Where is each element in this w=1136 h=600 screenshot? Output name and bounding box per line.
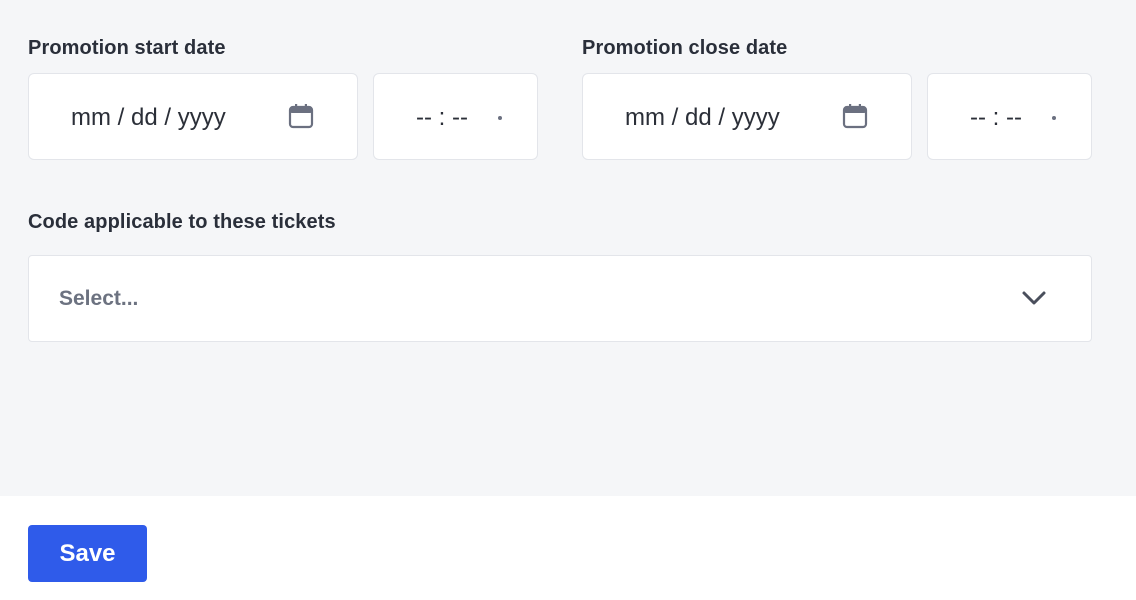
save-button[interactable]: Save: [28, 525, 147, 582]
tickets-select[interactable]: Select...: [28, 255, 1092, 342]
time-spinner-icon: [1052, 116, 1056, 120]
tickets-label: Code applicable to these tickets: [28, 211, 336, 233]
start-date-input[interactable]: mm / dd / yyyy: [28, 73, 358, 160]
start-time-input[interactable]: -- : --: [373, 73, 538, 160]
close-date-placeholder: mm / dd / yyyy: [625, 104, 780, 131]
calendar-icon[interactable]: [288, 103, 314, 129]
start-date-label: Promotion start date: [28, 37, 226, 59]
close-date-input[interactable]: mm / dd / yyyy: [582, 73, 912, 160]
chevron-down-icon[interactable]: [1021, 289, 1047, 307]
promotion-form: Promotion start date mm / dd / yyyy -- :…: [0, 0, 1136, 496]
tickets-select-placeholder: Select...: [59, 287, 139, 310]
close-time-input[interactable]: -- : --: [927, 73, 1092, 160]
start-time-placeholder: -- : --: [416, 104, 468, 131]
close-time-placeholder: -- : --: [970, 104, 1022, 131]
time-spinner-icon: [498, 116, 502, 120]
calendar-icon[interactable]: [842, 103, 868, 129]
start-date-placeholder: mm / dd / yyyy: [71, 104, 226, 131]
close-date-label: Promotion close date: [582, 37, 788, 59]
